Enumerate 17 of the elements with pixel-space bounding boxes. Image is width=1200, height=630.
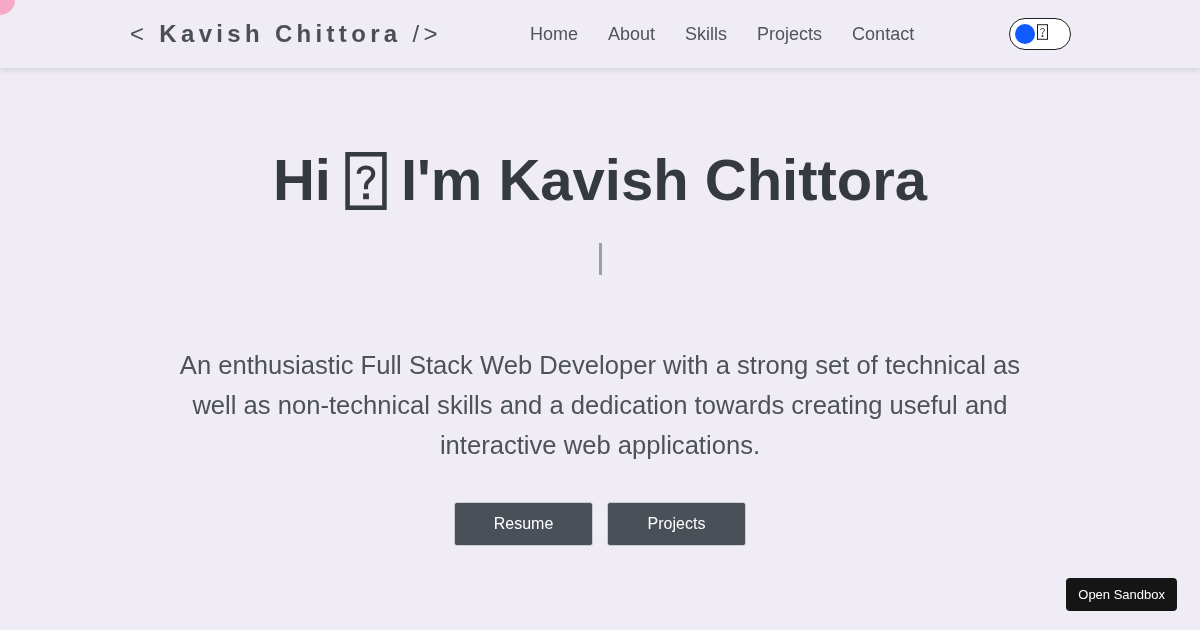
intro-paragraph: An enthusiastic Full Stack Web Developer with a strong set of technical as well as non-technical skills and a dedication towards creating useful and interactive web applications. xyxy=(178,350,1022,461)
missing-glyph-icon xyxy=(1037,24,1049,40)
heading-text: I'm Kavish Chittora xyxy=(400,151,928,209)
nav-link[interactable]: Home xyxy=(530,20,578,48)
nav-link[interactable]: About xyxy=(608,20,656,48)
nav-link[interactable]: Projects xyxy=(757,20,823,48)
nav-link[interactable]: Skills xyxy=(685,20,728,48)
missing-glyph-icon xyxy=(344,152,387,210)
theme-toggle[interactable] xyxy=(1009,18,1072,50)
hero-button[interactable]: Projects xyxy=(607,502,746,546)
greeting-text: Hi xyxy=(272,151,331,209)
site-logo[interactable]: < Kavish Chittora /> xyxy=(130,16,460,52)
nav-link[interactable]: Contact xyxy=(852,20,915,48)
text-cursor-icon xyxy=(598,243,602,275)
hero-button[interactable]: Resume xyxy=(454,502,593,546)
toggle-knob-icon xyxy=(1015,24,1036,44)
open-sandbox-button[interactable]: Open Sandbox xyxy=(1066,578,1177,611)
